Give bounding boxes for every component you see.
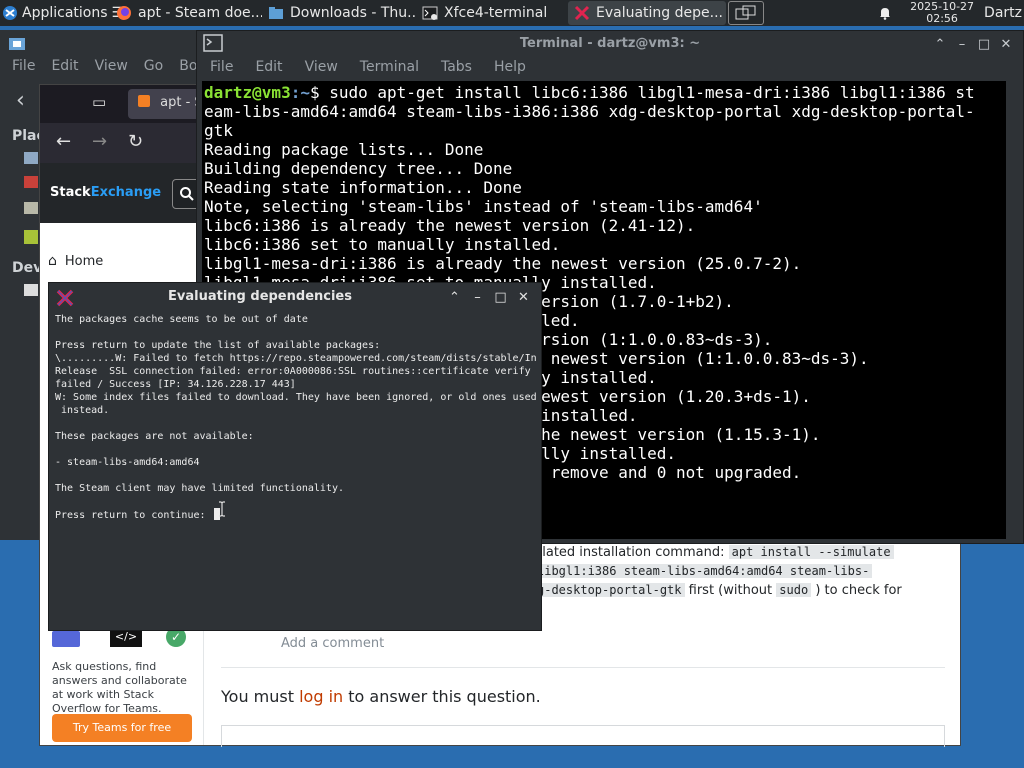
chat-icon: [52, 631, 80, 647]
home-folder-icon[interactable]: [24, 176, 38, 188]
firefox-icon: [117, 6, 131, 20]
terminal-menu-tabs[interactable]: Tabs: [441, 59, 472, 81]
logo-text-stack: Stack: [50, 185, 91, 200]
terminal-menu-edit[interactable]: Edit: [255, 59, 282, 81]
thunar-menubar: File Edit View Go Boo: [0, 58, 210, 74]
dialog-terminal-area[interactable]: The packages cache seems to be out of da…: [55, 313, 539, 625]
terminal-menu-view[interactable]: View: [305, 59, 338, 81]
stackexchange-favicon-icon: [138, 95, 150, 107]
minimize-icon[interactable]: –: [951, 37, 973, 52]
code-snippet-2: libgl1:i386 steam-libs-amd64:amd64 steam…: [534, 564, 873, 578]
taskbar-tab-label: Evaluating depe...: [596, 5, 723, 21]
workspace-icon: [735, 5, 756, 20]
thunar-back-icon[interactable]: ‹: [16, 88, 25, 113]
computer-icon[interactable]: [24, 152, 38, 164]
terminal-menu-terminal[interactable]: Terminal: [360, 59, 419, 81]
terminal-scrollbar[interactable]: [1009, 81, 1019, 539]
folder-icon: [269, 7, 283, 19]
prompt-symbol: $: [309, 83, 330, 102]
devices-label: Dev: [12, 260, 43, 276]
reload-icon[interactable]: ↻: [128, 131, 143, 152]
dialog-text: The packages cache seems to be out of da…: [55, 314, 537, 521]
code-snippet-1: apt install --simulate: [728, 545, 894, 559]
taskbar-tab-firefox[interactable]: apt - Steam doe...: [110, 1, 262, 25]
code-snippet-3: g-desktop-portal-gtk: [534, 583, 685, 597]
comment-text: ulated installation command: apt install…: [534, 543, 954, 600]
teams-promo-text: Ask questions, find answers and collabor…: [52, 660, 187, 715]
terminal-icon: [422, 6, 438, 20]
user-menu[interactable]: Dartz: [984, 5, 1022, 21]
taskbar-tab-evaluating[interactable]: Evaluating depe...: [568, 1, 726, 25]
comment-text-suffix: ) to check for: [815, 583, 902, 598]
thunar-menu-edit[interactable]: Edit: [51, 58, 78, 74]
login-prompt-prefix: You must: [221, 687, 294, 706]
taskbar-tab-label: Downloads - Thu...: [290, 5, 416, 21]
shade-icon[interactable]: ⌃: [929, 37, 951, 52]
close-icon[interactable]: ✕: [995, 37, 1017, 52]
dialog-window-controls: ⌃ – □ ✕: [443, 285, 535, 309]
maximize-icon[interactable]: □: [489, 290, 512, 305]
thunar-sidebar: Plac Dev: [0, 126, 45, 546]
back-arrow-icon[interactable]: ←: [56, 131, 71, 152]
terminal-menubar: File Edit View Terminal Tabs Help: [197, 59, 535, 81]
clock-time: 02:56: [926, 12, 958, 25]
logo-text-exchange: Exchange: [90, 185, 162, 200]
code-snippet-4: sudo: [776, 583, 812, 597]
applications-menu[interactable]: Applications ☰: [0, 0, 124, 26]
minimize-icon[interactable]: –: [466, 290, 489, 305]
comment-text-mid: first (without: [688, 583, 773, 598]
answer-box: [221, 725, 945, 747]
divider: [221, 667, 945, 668]
prompt-user: dartz@vm3: [204, 83, 291, 102]
applications-label: Applications: [22, 5, 108, 21]
forward-arrow-icon[interactable]: →: [92, 131, 107, 152]
stackexchange-logo[interactable]: StackExchange: [50, 185, 161, 200]
login-prompt-suffix: to answer this question.: [348, 687, 541, 706]
terminal-menu-file[interactable]: File: [210, 59, 233, 81]
taskbar-tab-thunar[interactable]: Downloads - Thu...: [262, 1, 416, 25]
thunar-menu-go[interactable]: Go: [144, 58, 163, 74]
workspace-switcher[interactable]: [728, 1, 764, 25]
terminal-title: Terminal - dartz@vm3: ~: [519, 36, 701, 51]
home-label: Home: [64, 254, 104, 269]
tab-overview-icon[interactable]: ▭: [92, 93, 106, 111]
maximize-icon[interactable]: □: [973, 37, 995, 52]
shade-icon[interactable]: ⌃: [443, 290, 466, 305]
steam-x-icon: [574, 5, 590, 21]
thunar-menu-view[interactable]: View: [95, 58, 128, 74]
try-teams-button[interactable]: Try Teams for free: [52, 714, 192, 742]
thunar-app-icon: [9, 38, 25, 50]
taskbar-tab-terminal[interactable]: Xfce4-terminal: [416, 1, 568, 25]
taskbar-tab-label: apt - Steam doe...: [138, 5, 262, 21]
top-panel: Applications ☰ apt - Steam doe... Downlo…: [0, 0, 1024, 26]
home-icon: ⌂: [48, 253, 57, 269]
clock[interactable]: 2025-10-27 02:56: [910, 1, 974, 25]
taskbar-tab-label: Xfce4-terminal: [444, 5, 548, 21]
evaluating-dependencies-dialog: Evaluating dependencies ⌃ – □ ✕ The pack…: [48, 282, 542, 631]
drive-icon[interactable]: [24, 284, 38, 296]
terminal-menu-help[interactable]: Help: [494, 59, 526, 81]
terminal-window-controls: ⌃ – □ ✕: [929, 31, 1017, 57]
xfce-logo-icon: [3, 6, 17, 20]
login-prompt: You must log in to answer this question.: [221, 687, 541, 706]
trash-icon[interactable]: [24, 230, 38, 244]
search-icon: [180, 187, 194, 201]
comment-text-prefix: ulated installation command:: [534, 545, 725, 560]
nav-home[interactable]: ⌂ Home: [48, 253, 103, 269]
desktop-folder-icon[interactable]: [24, 202, 38, 214]
ibeam-cursor-icon: [219, 501, 225, 517]
prompt-path: :~: [290, 83, 310, 102]
login-link[interactable]: log in: [299, 687, 343, 706]
thunar-menu-file[interactable]: File: [12, 58, 35, 74]
notification-bell-icon[interactable]: [878, 6, 892, 20]
close-icon[interactable]: ✕: [512, 290, 535, 305]
add-comment-link[interactable]: Add a comment: [281, 636, 384, 651]
